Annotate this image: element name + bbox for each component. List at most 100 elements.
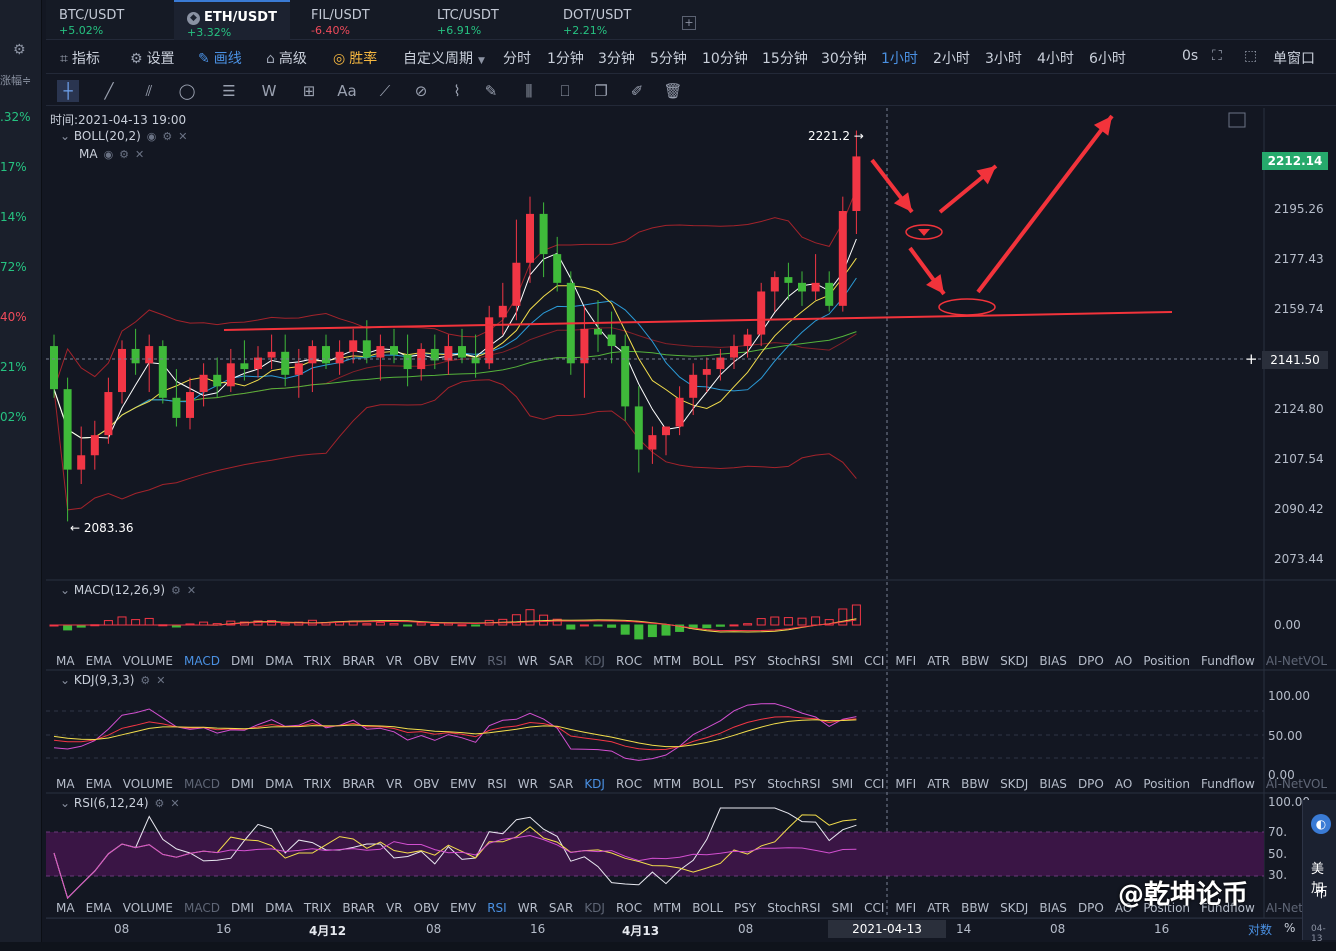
indicator-tab-bbw[interactable]: BBW <box>961 654 989 668</box>
tab-dot[interactable]: DOT/USDT +2.21% <box>550 0 644 40</box>
indicator-tab-dma[interactable]: DMA <box>265 777 293 791</box>
period-8[interactable]: 2小时 <box>933 48 970 68</box>
add-alert-icon[interactable]: + <box>1245 350 1258 368</box>
indicator-tab-volume[interactable]: VOLUME <box>123 901 173 915</box>
single-window-button[interactable]: 单窗口 <box>1273 48 1315 68</box>
indicator-tab-roc[interactable]: ROC <box>616 654 642 668</box>
advanced-button[interactable]: ⌂ 高级 <box>266 48 307 68</box>
indicator-tab-trix[interactable]: TRIX <box>304 901 331 915</box>
period-11[interactable]: 6小时 <box>1089 48 1126 68</box>
parallel-channel-tool-icon[interactable]: ⫽ <box>138 80 160 102</box>
indicator-tab-dpo[interactable]: DPO <box>1078 901 1104 915</box>
trendline-tool-icon[interactable]: ╱ <box>98 80 120 102</box>
market-change-value[interactable]: 02% <box>0 410 27 424</box>
indicator-tab-ma[interactable]: MA <box>56 654 75 668</box>
indicator-tab-brar[interactable]: BRAR <box>342 777 375 791</box>
market-change-value[interactable]: 14% <box>0 210 27 224</box>
indicator-tab-stochrsi[interactable]: StochRSI <box>767 654 820 668</box>
indicator-tab-obv[interactable]: OBV <box>414 901 440 915</box>
indicator-tab-skdj[interactable]: SKDJ <box>1000 654 1028 668</box>
indicator-tab-bbw[interactable]: BBW <box>961 901 989 915</box>
indicator-tab-position[interactable]: Position <box>1143 777 1190 791</box>
market-change-value[interactable]: 17% <box>0 160 27 174</box>
collapse-chevron-icon[interactable]: ⌄ <box>60 129 74 143</box>
indicator-tab-obv[interactable]: OBV <box>414 777 440 791</box>
gear-icon[interactable]: ⚙ <box>171 584 181 597</box>
ellipse-tool-icon[interactable]: ◯ <box>176 80 198 102</box>
indicator-tab-wr[interactable]: WR <box>518 654 538 668</box>
draw-button[interactable]: ✎ 画线 <box>198 48 242 68</box>
eye-icon[interactable]: ◉ <box>147 130 157 143</box>
chart-svg[interactable] <box>46 108 1336 919</box>
indicator-tab-volume[interactable]: VOLUME <box>123 777 173 791</box>
indicator-tab-cci[interactable]: CCI <box>864 901 884 915</box>
add-tab-button[interactable]: + <box>682 16 696 30</box>
indicator-button[interactable]: ⌗ 指标 <box>60 48 100 68</box>
indicator-tab-mtm[interactable]: MTM <box>653 777 681 791</box>
period-1[interactable]: 1分钟 <box>547 48 584 68</box>
indicator-tab-ma[interactable]: MA <box>56 777 75 791</box>
indicator-tab-boll[interactable]: BOLL <box>692 654 723 668</box>
indicator-tab-kdj[interactable]: KDJ <box>584 901 605 915</box>
indicator-tab-dmi[interactable]: DMI <box>231 901 254 915</box>
indicator-tab-emv[interactable]: EMV <box>450 777 476 791</box>
indicator-tab-roc[interactable]: ROC <box>616 901 642 915</box>
change-sort-header[interactable]: 涨幅≑ <box>0 72 31 88</box>
period-7[interactable]: 1小时 <box>881 48 918 68</box>
period-2[interactable]: 3分钟 <box>598 48 635 68</box>
gear-icon[interactable]: ⚙ <box>162 130 172 143</box>
gear-icon[interactable]: ⚙ <box>155 797 165 810</box>
trash-tool-icon[interactable]: 🗑 <box>662 80 684 102</box>
indicator-tab-stochrsi[interactable]: StochRSI <box>767 901 820 915</box>
close-icon[interactable]: ✕ <box>170 797 179 810</box>
indicator-tab-rsi[interactable]: RSI <box>487 777 507 791</box>
eraser-tool-icon[interactable]: ⊘ <box>410 80 432 102</box>
indicator-tab-rsi[interactable]: RSI <box>487 901 507 915</box>
indicator-tab-ema[interactable]: EMA <box>86 654 112 668</box>
indicator-tab-smi[interactable]: SMI <box>832 777 854 791</box>
indicator-tab-trix[interactable]: TRIX <box>304 654 331 668</box>
collapse-chevron-icon[interactable]: ⌄ <box>60 583 74 597</box>
indicator-tab-wr[interactable]: WR <box>518 777 538 791</box>
pencil-tool-icon[interactable]: ✎ <box>480 80 502 102</box>
fullscreen-icon[interactable]: ⛶ <box>1212 48 1222 64</box>
indicator-tab-atr[interactable]: ATR <box>927 901 950 915</box>
percent-scale-toggle[interactable]: % <box>1284 921 1295 935</box>
period-5[interactable]: 15分钟 <box>762 48 808 68</box>
ruler-tool-icon[interactable]: ⌇ <box>446 80 468 102</box>
indicator-tab-atr[interactable]: ATR <box>927 654 950 668</box>
bar-pattern-tool-icon[interactable]: ⫼ <box>518 80 540 102</box>
indicator-tab-ao[interactable]: AO <box>1115 654 1132 668</box>
indicator-tab-bias[interactable]: BIAS <box>1039 654 1067 668</box>
tab-eth[interactable]: ◆ ETH/USDT +3.32% <box>174 0 290 40</box>
log-scale-toggle[interactable]: 对数 <box>1248 921 1272 938</box>
indicator-tab-fundflow[interactable]: Fundflow <box>1201 654 1255 668</box>
gear-icon[interactable]: ⚙ <box>140 674 150 687</box>
indicator-tab-fundflow[interactable]: Fundflow <box>1201 777 1255 791</box>
measure-tool-icon[interactable]: ⊞ <box>298 80 320 102</box>
indicator-tab-boll[interactable]: BOLL <box>692 777 723 791</box>
indicator-tab-dma[interactable]: DMA <box>265 654 293 668</box>
text-tool-icon[interactable]: Aa <box>336 80 358 102</box>
indicator-tab-macd[interactable]: MACD <box>184 777 220 791</box>
collapse-chevron-icon[interactable]: ⌄ <box>60 673 74 687</box>
period-0[interactable]: 分时 <box>503 48 531 68</box>
indicator-tab-ma[interactable]: MA <box>56 901 75 915</box>
market-change-value[interactable]: 21% <box>0 360 27 374</box>
indicator-tab-mfi[interactable]: MFI <box>895 901 916 915</box>
indicator-tab-emv[interactable]: EMV <box>450 901 476 915</box>
period-10[interactable]: 4小时 <box>1037 48 1074 68</box>
wave-tool-icon[interactable]: W <box>258 80 280 102</box>
boll-legend[interactable]: ⌄ BOLL(20,2) ◉ ⚙ ✕ <box>60 129 188 143</box>
copy-tool-icon[interactable]: ❐ <box>590 80 612 102</box>
indicator-tab-psy[interactable]: PSY <box>734 654 756 668</box>
indicator-tab-cci[interactable]: CCI <box>864 654 884 668</box>
indicator-tab-mtm[interactable]: MTM <box>653 901 681 915</box>
indicator-tab-ai-netvol[interactable]: AI-NetVOL <box>1266 654 1327 668</box>
indicator-tab-ao[interactable]: AO <box>1115 777 1132 791</box>
indicator-tab-macd[interactable]: MACD <box>184 901 220 915</box>
macd-legend[interactable]: ⌄ MACD(12,26,9) ⚙ ✕ <box>60 583 196 597</box>
indicator-tab-mfi[interactable]: MFI <box>895 654 916 668</box>
indicator-tab-ema[interactable]: EMA <box>86 777 112 791</box>
indicator-tab-stochrsi[interactable]: StochRSI <box>767 777 820 791</box>
